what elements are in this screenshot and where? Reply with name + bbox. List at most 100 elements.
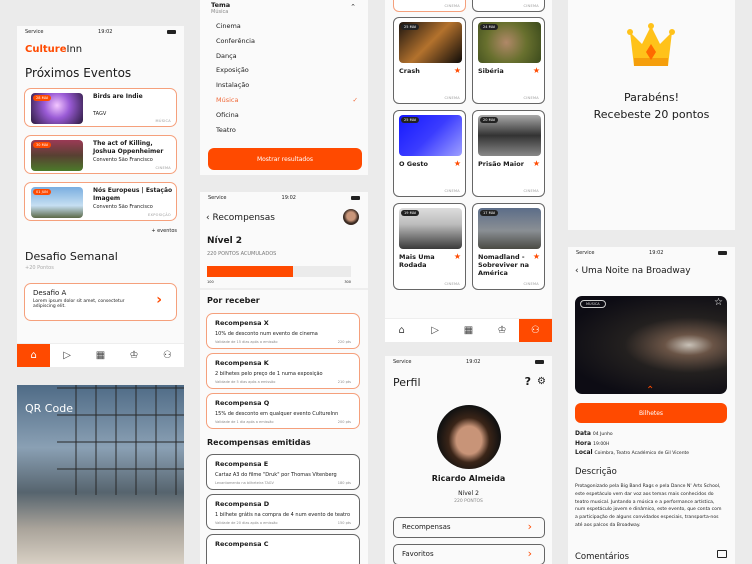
reward-points: 220 pts <box>337 340 351 344</box>
points: 220 PONTOS ACUMULADOS <box>207 251 277 257</box>
event-card[interactable]: 20 MAI Prisão Maior ★ CINEMA <box>472 110 545 197</box>
more-events-link[interactable]: + eventos <box>151 228 177 234</box>
avatar[interactable] <box>343 209 359 225</box>
option-item[interactable]: Teatro <box>216 123 358 138</box>
event-card[interactable]: 25 MAI Crash ★ CINEMA <box>393 17 466 104</box>
bottom-nav: ⌂ ▷ ▦ ♔ ⚇ <box>17 343 184 367</box>
show-results-button[interactable]: Mostrar resultados <box>208 148 362 170</box>
event-image: 19 MAI <box>399 208 462 249</box>
favorites-link[interactable]: Favoritos › <box>393 544 545 564</box>
rewards-link[interactable]: Recompensas › <box>393 517 545 538</box>
profile-icon[interactable]: ⚇ <box>518 319 552 342</box>
reward-title: Recompensa K <box>215 359 269 367</box>
option-item[interactable]: Cinema <box>216 19 358 34</box>
chevron-up-icon[interactable]: ⌃ <box>350 3 356 11</box>
help-icon[interactable]: ? <box>525 375 531 388</box>
event-card[interactable]: CINEMA <box>393 0 466 12</box>
trophy-icon[interactable]: ♔ <box>485 319 518 342</box>
event-card[interactable]: 30 MAI The act of Killing, Joshua Oppenh… <box>24 135 177 174</box>
event-image: 25 MAI <box>399 22 462 63</box>
congrats-screen: Parabéns! Recebeste 20 pontos <box>568 0 735 230</box>
home-icon[interactable]: ⌂ <box>385 319 418 342</box>
event-title: O Gesto <box>399 160 428 168</box>
tickets-icon[interactable]: ▷ <box>418 319 451 342</box>
status-bar: Service 19:02 <box>385 356 552 368</box>
section-title: Por receber <box>207 296 260 305</box>
event-image: 24 MAI <box>478 22 541 63</box>
star-filled-icon[interactable]: ★ <box>533 159 540 168</box>
window-grid <box>57 385 184 495</box>
event-card[interactable]: 25 MAI O Gesto ★ CINEMA <box>393 110 466 197</box>
congrats-title: Parabéns! <box>623 91 679 104</box>
event-image: 30 MAI <box>31 140 83 171</box>
reward-points: 180 pts <box>337 481 351 485</box>
home-screen: Service 19:02 CultureInn Próximos Eventos… <box>17 26 184 367</box>
time: 19:02 <box>281 195 296 201</box>
battery-icon <box>351 196 360 200</box>
event-category: CINEMA <box>523 4 539 8</box>
tickets-icon[interactable]: ▷ <box>50 344 83 367</box>
progress-fill <box>207 266 294 277</box>
option-item-selected[interactable]: Música ✓ <box>216 93 358 108</box>
status-bar: Service 19:02 <box>200 192 368 204</box>
reward-card[interactable]: Recompensa D 1 bilhete grátis na compra d… <box>206 494 360 530</box>
star-filled-icon[interactable]: ★ <box>533 252 540 261</box>
reward-card[interactable]: Recompensa K 2 bilhetes pelo preço de 1 n… <box>206 353 360 389</box>
reward-validity: Validade de 20 dias após a emissão <box>215 521 278 525</box>
star-filled-icon[interactable]: ★ <box>454 252 461 261</box>
page-title: Perfil <box>393 376 421 389</box>
event-card[interactable]: 28 MAI Birds are Indie TAGV MÚSICA <box>24 88 177 127</box>
reward-card[interactable]: Recompensa E Cartaz A3 do filme "Druk" po… <box>206 454 360 490</box>
page-title: Uma Noite na Broadway <box>581 266 691 276</box>
date-badge: 25 MAI <box>401 117 420 123</box>
place-label: Local <box>575 449 593 456</box>
challenge-card[interactable]: Desafio A Lorem ipsum dolor sit amet, co… <box>24 283 177 321</box>
home-icon[interactable]: ⌂ <box>17 344 51 367</box>
favorites-screen: CINEMA CINEMA 25 MAI Crash ★ CINEMA 24 MA… <box>385 0 552 342</box>
chevron-right-icon: › <box>527 547 532 560</box>
reward-validity: Levantamento na bilheteira TAGV <box>215 481 274 485</box>
reward-card[interactable]: Recompensa Q 15% de desconto em qualquer … <box>206 393 360 429</box>
tickets-button[interactable]: Bilhetes <box>575 403 727 423</box>
filter-label: Tema <box>211 1 231 9</box>
option-item[interactable]: Instalação <box>216 78 358 93</box>
chevron-up-icon[interactable]: ⌃ <box>646 385 654 396</box>
star-filled-icon[interactable]: ★ <box>533 66 540 75</box>
logo-text: Culture <box>25 44 67 55</box>
event-title: Crash <box>399 67 420 75</box>
option-item[interactable]: Conferência <box>216 34 358 49</box>
event-card[interactable]: 17 MAI Nomadland - Sobreviver na América… <box>472 203 545 290</box>
reward-card[interactable]: Recompensa C <box>206 534 360 564</box>
qr-icon[interactable]: ▦ <box>452 319 485 342</box>
reward-title: Recompensa C <box>215 540 269 548</box>
description-title: Descrição <box>575 467 617 477</box>
event-image: 25 MAI <box>399 115 462 156</box>
event-card[interactable]: 19 MAI Mais Uma Rodada ★ CINEMA <box>393 203 466 290</box>
option-item[interactable]: Dança <box>216 49 358 64</box>
event-card[interactable]: 24 MAI Sibéria ★ CINEMA <box>472 17 545 104</box>
settings-icon[interactable]: ⚙ <box>537 376 546 387</box>
event-card[interactable]: CINEMA <box>472 0 545 12</box>
star-filled-icon[interactable]: ★ <box>454 159 461 168</box>
comment-icon[interactable] <box>717 550 727 558</box>
star-filled-icon[interactable]: ★ <box>454 66 461 75</box>
option-item[interactable]: Exposição <box>216 63 358 78</box>
chevron-right-icon: › <box>527 520 532 533</box>
event-info: Data 04 Junho Hora 19:00H Local Coimbra,… <box>575 430 689 459</box>
progress-max: 300 <box>344 280 351 284</box>
event-category: CINEMA <box>155 166 171 170</box>
event-place: Convento São Francisco <box>93 204 153 210</box>
reward-desc: 15% de desconto em qualquer evento Cultu… <box>215 411 339 417</box>
reward-title: Recompensa X <box>215 319 269 327</box>
back-button[interactable]: ‹ Uma Noite na Broadway <box>575 266 691 276</box>
star-outline-icon[interactable]: ☆ <box>714 297 723 308</box>
option-item[interactable]: Oficina <box>216 108 358 123</box>
trophy-icon[interactable]: ♔ <box>117 344 150 367</box>
place-value: Coimbra, Teatro Académico de Gil Vicente <box>594 451 690 456</box>
date-value: 04 Junho <box>592 432 613 437</box>
profile-icon[interactable]: ⚇ <box>151 344 184 367</box>
back-button[interactable]: ‹ Recompensas <box>206 213 275 223</box>
qr-icon[interactable]: ▦ <box>84 344 117 367</box>
reward-card[interactable]: Recompensa X 10% de desconto num evento d… <box>206 313 360 349</box>
event-card[interactable]: 01 JUN Nós Europeus | Estação Imagem Con… <box>24 182 177 221</box>
